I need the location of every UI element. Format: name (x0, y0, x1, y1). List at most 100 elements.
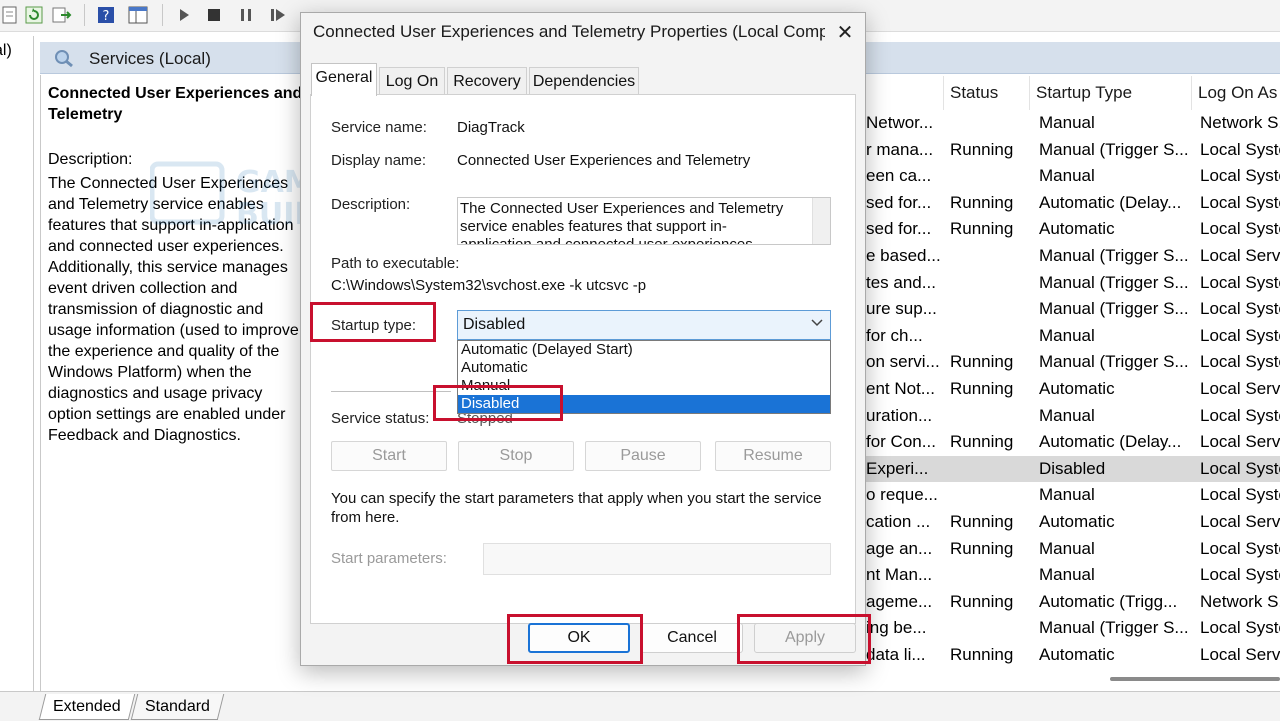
table-row[interactable]: data li... Running Automatic Local Servi (862, 642, 1280, 669)
table-row[interactable]: sed for... Running Automatic (Delay... Loca… (862, 190, 1280, 217)
restart-icon[interactable] (268, 5, 288, 25)
close-icon[interactable]: ✕ (831, 19, 859, 47)
startup-type-cell: Manual (1039, 485, 1095, 505)
description-box[interactable]: The Connected User Experiences and Telem… (457, 197, 831, 245)
startup-type-cell: Automatic (1039, 379, 1115, 398)
log-on-as-cell: Local Syste (1200, 166, 1280, 186)
export-list-icon[interactable] (52, 5, 72, 25)
services-header-title: Services (Local) (89, 49, 211, 68)
view-tabs: Extended Standard (0, 691, 1280, 721)
pause-button[interactable]: Pause (585, 441, 701, 471)
table-row[interactable]: sed for... Running Automatic Local Syste (862, 216, 1280, 243)
refresh-icon[interactable] (24, 5, 44, 25)
help-icon[interactable]: ? (96, 5, 116, 25)
service-name-cell: Experi... (866, 458, 929, 478)
startup-type-cell: Manual (Trigger S... (1039, 246, 1189, 265)
log-on-as-cell: Local Syste (1200, 565, 1280, 585)
table-row[interactable]: on servi... Running Manual (Trigger S... Lo… (862, 349, 1280, 376)
log-on-as-cell: Local Syste (1200, 139, 1280, 159)
startup-type-select[interactable]: Disabled (457, 310, 831, 340)
option-automatic[interactable]: Automatic (458, 359, 830, 377)
table-row[interactable]: ure sup... Manual (Trigger S... Local Syst… (862, 296, 1280, 323)
table-row[interactable]: for ch... Manual Local Syste (862, 323, 1280, 350)
service-description-label: Description: (48, 151, 133, 168)
apply-button[interactable]: Apply (754, 623, 856, 653)
cancel-button[interactable]: Cancel (641, 623, 743, 653)
description-value: The Connected User Experiences and Telem… (460, 200, 784, 245)
table-row[interactable]: ageme... Running Automatic (Trigg... Networ… (862, 589, 1280, 616)
table-row[interactable]: e based... Manual (Trigger S... Local Serv… (862, 243, 1280, 270)
table-row[interactable]: Networ... Manual Network S... (862, 110, 1280, 137)
service-name-cell: cation ... (866, 512, 931, 531)
stop-button[interactable]: Stop (458, 441, 574, 471)
log-on-as-cell: Local Servi (1200, 512, 1280, 531)
table-row[interactable]: uration... Manual Local Syste (862, 403, 1280, 430)
service-name-cell: on servi... (866, 352, 940, 372)
display-name-label: Display name: (331, 152, 427, 169)
startup-type-cell: Manual (1039, 166, 1095, 186)
status-cell: Running (950, 139, 1014, 159)
table-row[interactable]: ent Not... Running Automatic Local Servi (862, 376, 1280, 403)
properties-icon[interactable] (0, 5, 20, 25)
column-header-log-on-as[interactable]: Log On As (1192, 76, 1280, 110)
show-hide-pane-icon[interactable] (128, 5, 148, 25)
startup-type-cell: Automatic (Delay... (1039, 432, 1182, 452)
search-icon (54, 49, 74, 68)
horizontal-scrollbar[interactable] (1110, 672, 1280, 690)
option-automatic-delayed[interactable]: Automatic (Delayed Start) (458, 341, 830, 359)
table-row[interactable]: nt Man... Manual Local Syste (862, 562, 1280, 589)
column-header-status[interactable]: Status (944, 76, 1030, 110)
log-on-as-cell: Local Syste (1200, 352, 1280, 372)
tab-standard-label: Standard (145, 698, 210, 715)
dialog-title: Connected User Experiences and Telemetry… (313, 22, 825, 41)
tab-standard[interactable]: Standard (130, 694, 225, 720)
tab-general[interactable]: General (311, 63, 377, 96)
service-status-label: Service status: (331, 410, 430, 427)
log-on-as-cell: Local Syste (1200, 325, 1280, 345)
startup-type-dropdown[interactable]: Automatic (Delayed Start) Automatic Manu… (457, 340, 831, 414)
column-header-name[interactable] (862, 76, 944, 110)
startup-type-cell: Automatic (1039, 512, 1115, 531)
resume-button[interactable]: Resume (715, 441, 831, 471)
status-cell: Running (950, 512, 1014, 531)
table-row[interactable]: Experi... Disabled Local Syste (862, 455, 1280, 483)
table-row[interactable]: o reque... Manual Local Syste (862, 482, 1280, 509)
svg-text:?: ? (103, 9, 110, 24)
service-name-cell: ent Not... (866, 379, 935, 398)
status-cell: Running (950, 538, 1014, 558)
chevron-down-icon[interactable] (810, 315, 824, 332)
status-cell: Running (950, 219, 1014, 239)
table-row[interactable]: ing be... Manual (Trigger S... Local Syste (862, 615, 1280, 642)
pause-icon[interactable] (236, 5, 256, 25)
column-header-startup-type[interactable]: Startup Type (1030, 76, 1192, 110)
ok-button[interactable]: OK (528, 623, 630, 653)
tab-log-on[interactable]: Log On (379, 67, 445, 95)
service-name-cell: for ch... (866, 325, 923, 345)
option-disabled[interactable]: Disabled (458, 395, 830, 413)
service-name-cell: sed for... (866, 219, 932, 239)
option-manual[interactable]: Manual (458, 377, 830, 395)
tab-dependencies[interactable]: Dependencies (529, 67, 639, 95)
startup-type-label: Startup type: (331, 317, 417, 334)
stop-icon[interactable] (204, 5, 224, 25)
table-row[interactable]: for Con... Running Automatic (Delay... Loca… (862, 429, 1280, 456)
play-icon[interactable] (174, 5, 194, 25)
tab-recovery[interactable]: Recovery (447, 67, 527, 95)
table-row[interactable]: een ca... Manual Local Syste (862, 163, 1280, 190)
log-on-as-cell: Local Servi (1200, 432, 1280, 452)
description-scrollbar[interactable] (812, 198, 830, 244)
properties-dialog: Connected User Experiences and Telemetry… (300, 12, 866, 666)
startup-type-cell: Automatic (Delay... (1039, 192, 1182, 212)
service-name-cell: sed for... (866, 192, 932, 212)
service-name-cell: data li... (866, 645, 926, 664)
tree-item-services-local[interactable]: al) (0, 42, 12, 60)
table-row[interactable]: tes and... Manual (Trigger S... Local Syst… (862, 270, 1280, 297)
start-button[interactable]: Start (331, 441, 447, 471)
table-row[interactable]: cation ... Running Automatic Local Servi (862, 509, 1280, 536)
startup-type-cell: Manual (1039, 405, 1095, 425)
start-params-input[interactable] (483, 543, 831, 575)
table-row[interactable]: age an... Running Manual Local Syste (862, 536, 1280, 563)
table-row[interactable]: r mana... Running Manual (Trigger S... Loca… (862, 137, 1280, 164)
tab-extended[interactable]: Extended (38, 694, 135, 720)
status-cell: Running (950, 352, 1014, 372)
